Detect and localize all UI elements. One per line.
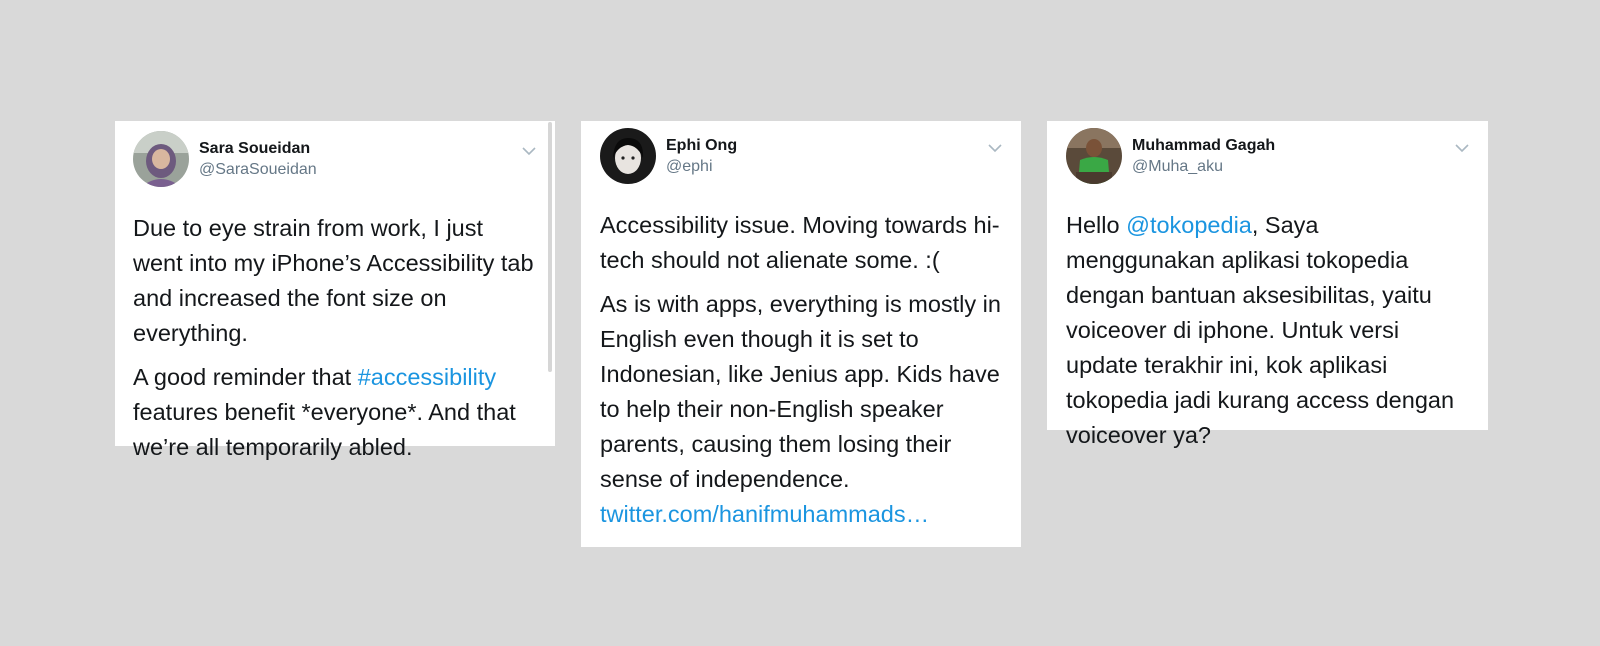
tweet-text-segment: Hello [1066, 212, 1127, 238]
tweet-paragraph: Due to eye strain from work, I just went… [133, 215, 534, 346]
url-link[interactable]: twitter.com/hanifmuhammads… [600, 501, 929, 527]
tweet-header: Muhammad Gagah @Muha_aku [1066, 128, 1470, 184]
avatar-photo [133, 131, 189, 187]
tweet-card-muhammad-gagah[interactable]: Muhammad Gagah @Muha_aku Hello @tokopedi… [1047, 121, 1488, 448]
tweet-card-sara-soueidan[interactable]: Sara Soueidan @SaraSoueidan Due to eye s… [115, 121, 555, 460]
tweet-header: Ephi Ong @ephi [600, 128, 1003, 184]
user-handle[interactable]: @ephi [666, 158, 713, 176]
tweet-paragraph: As is with apps, everything is mostly in… [600, 287, 1003, 532]
chevron-down-icon[interactable] [521, 145, 537, 157]
tweet-card-ephi-ong[interactable]: Ephi Ong @ephi Accessibility issue. Movi… [581, 121, 1021, 547]
user-name[interactable]: Ephi Ong [666, 137, 737, 155]
tweet-text-segment: , Saya menggunakan aplikasi tokopedia de… [1066, 212, 1455, 448]
tweet-text-segment: As is with apps, everything is mostly in… [600, 291, 1001, 492]
avatar[interactable] [600, 128, 656, 184]
user-handle[interactable]: @Muha_aku [1132, 158, 1223, 176]
tweet-text: Due to eye strain from work, I just went… [133, 211, 537, 465]
tweet-text: Accessibility issue. Moving towards hi-t… [600, 208, 1003, 532]
scrollbar[interactable] [548, 122, 552, 372]
tweet-paragraph: Accessibility issue. Moving towards hi-t… [600, 212, 1000, 273]
tweet-text: Hello @tokopedia, Saya menggunakan aplik… [1066, 208, 1470, 453]
tweet-text-segment: A good reminder that [133, 364, 358, 390]
user-handle[interactable]: @SaraSoueidan [199, 161, 317, 179]
avatar[interactable] [133, 131, 189, 187]
tweet-text-segment: features benefit *everyone*. And that we… [133, 399, 516, 460]
tweet-header: Sara Soueidan @SaraSoueidan [133, 131, 537, 187]
chevron-down-icon[interactable] [1454, 142, 1470, 154]
mention-link[interactable]: @tokopedia [1126, 212, 1252, 238]
tweet-paragraph: A good reminder that #accessibility feat… [133, 360, 537, 465]
chevron-down-icon[interactable] [987, 142, 1003, 154]
tweet-paragraph: Hello @tokopedia, Saya menggunakan aplik… [1066, 208, 1470, 453]
avatar[interactable] [1066, 128, 1122, 184]
avatar-photo [1066, 128, 1122, 184]
user-name[interactable]: Muhammad Gagah [1132, 137, 1275, 155]
user-name[interactable]: Sara Soueidan [199, 140, 310, 158]
hashtag-link[interactable]: #accessibility [358, 364, 496, 390]
avatar-photo [600, 128, 656, 184]
